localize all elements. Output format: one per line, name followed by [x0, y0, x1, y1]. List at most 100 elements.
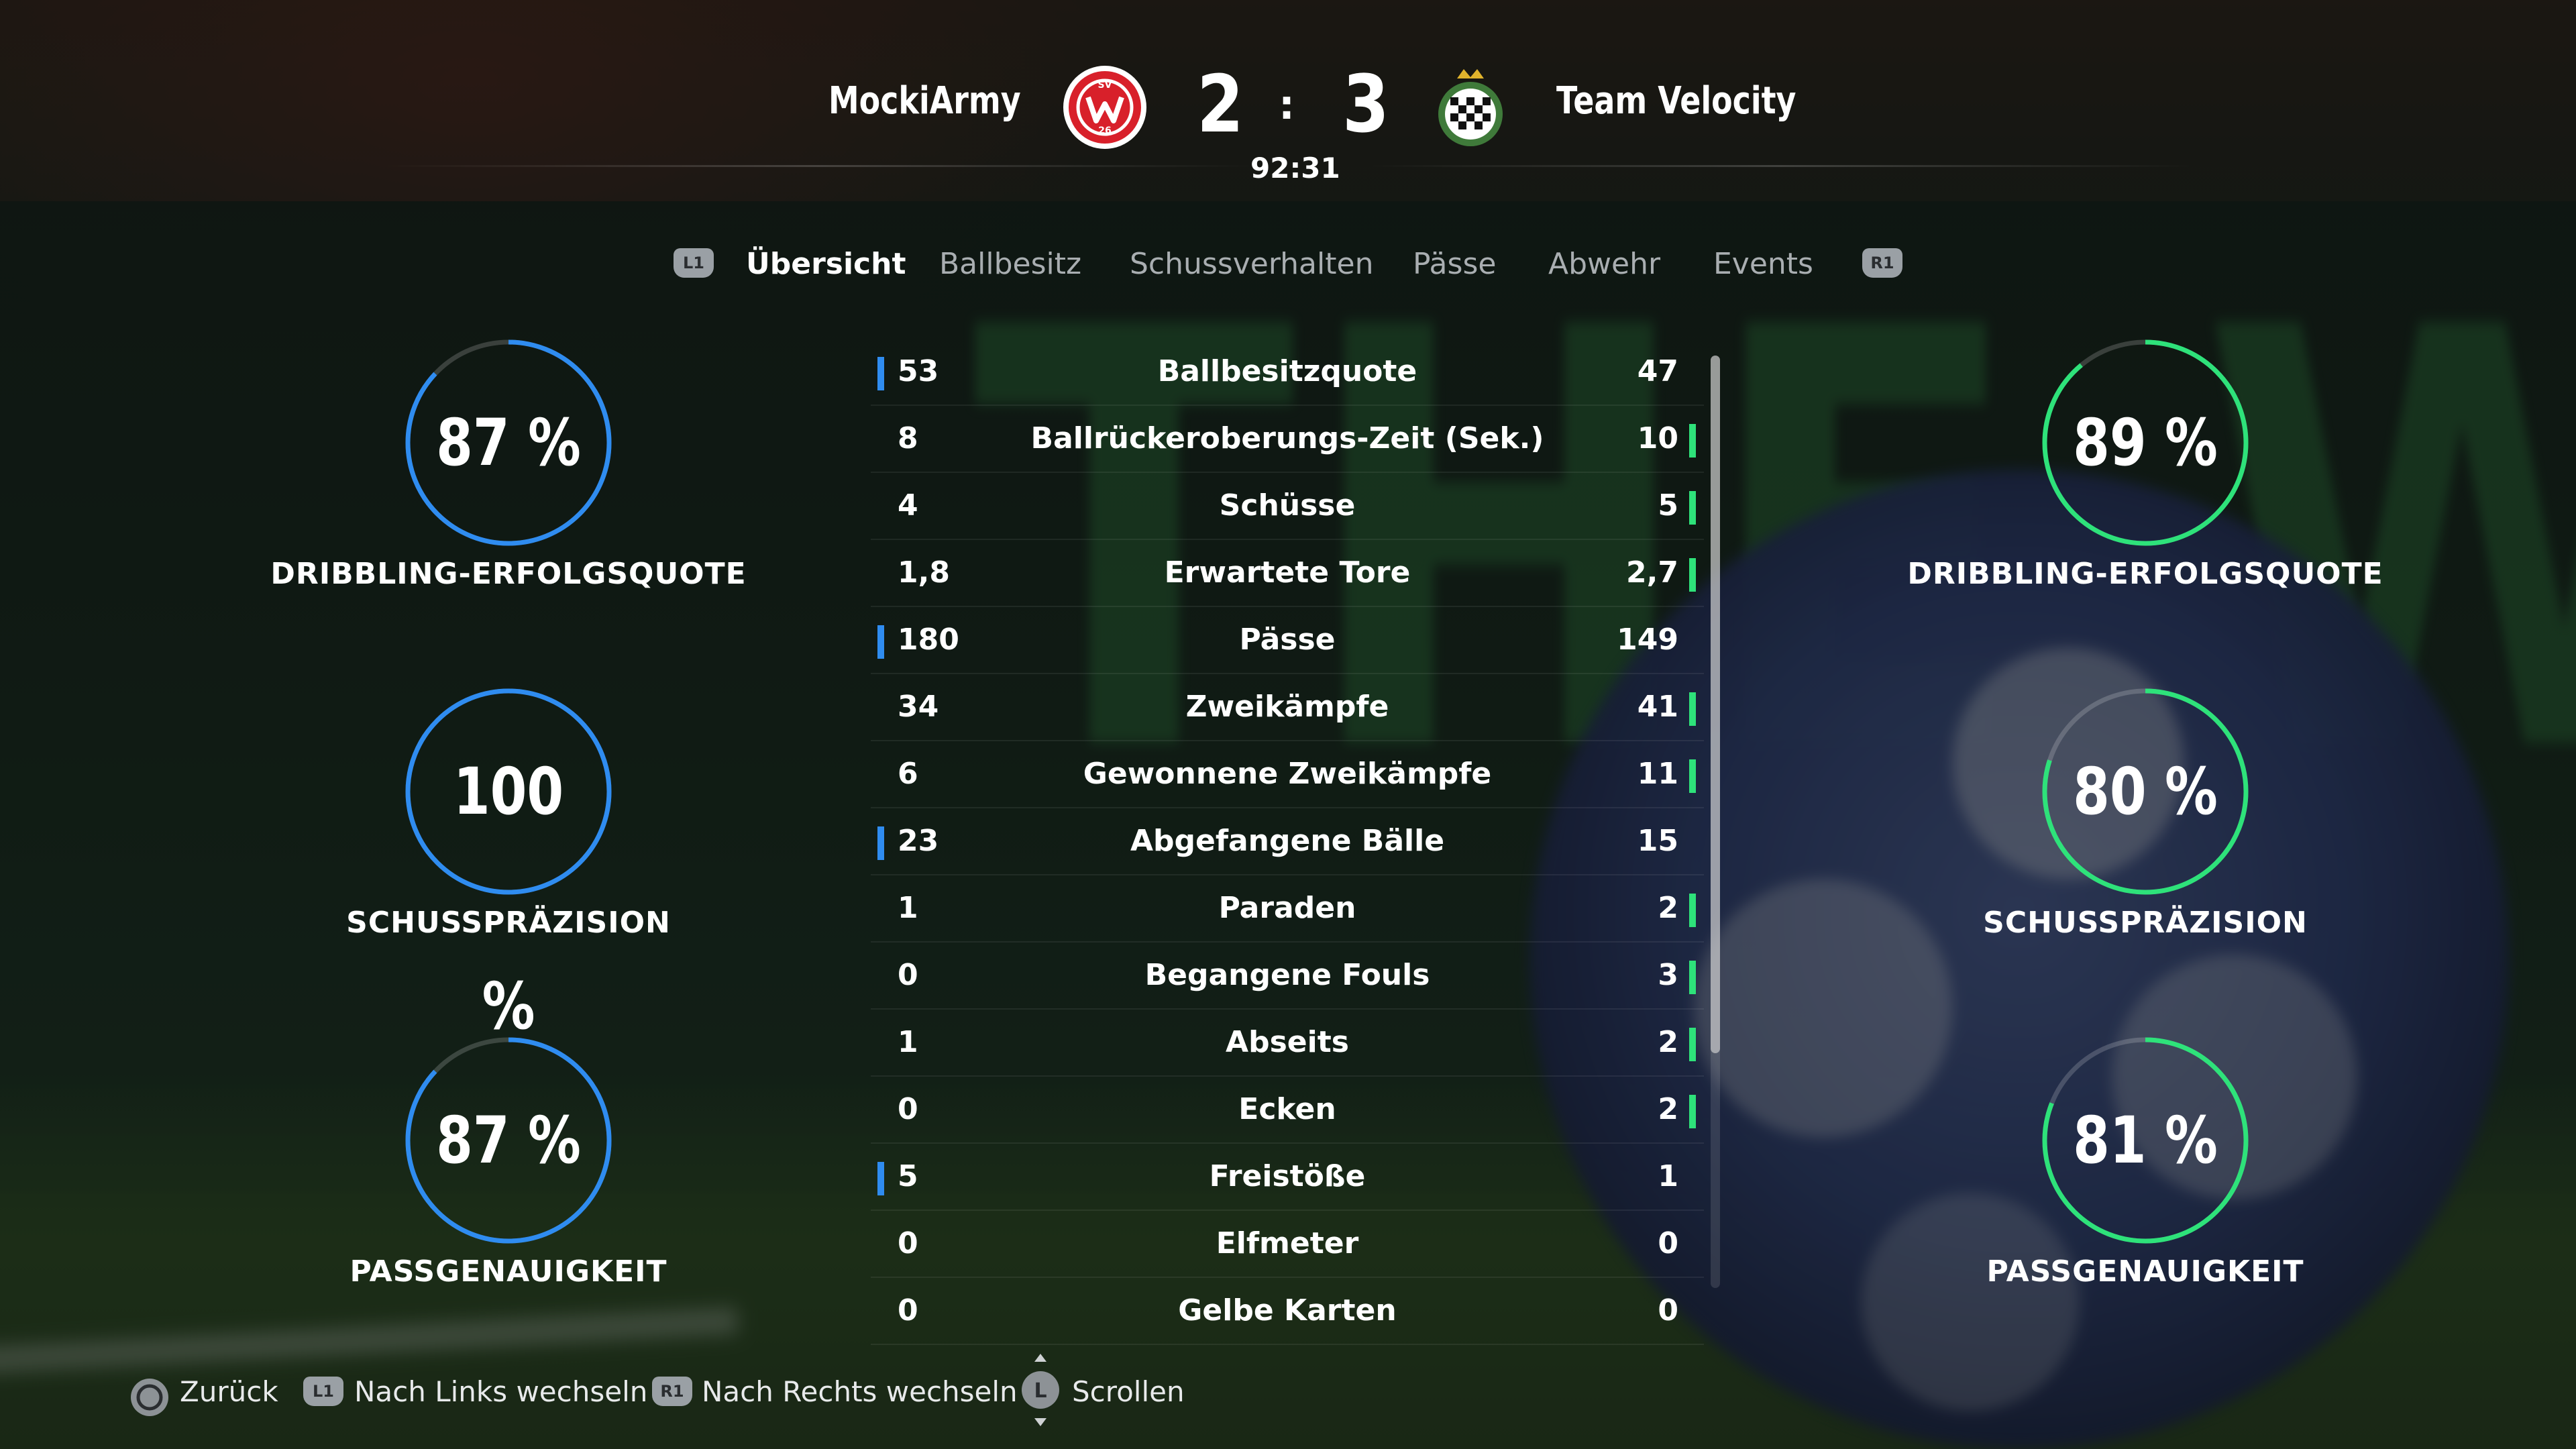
- stat-name: Ballrückeroberungs-Zeit (Sek.): [1030, 421, 1544, 455]
- away-leader-bar: [1689, 424, 1696, 458]
- l1-button-icon: L1: [303, 1377, 343, 1406]
- away-leader-bar: [1689, 1095, 1696, 1128]
- away-leader-bar: [1689, 692, 1696, 726]
- away-stat-value: 2: [1658, 1092, 1678, 1126]
- home-gauge-dribbling: 87 % DRIBBLING-ERFOLGSQUOTE: [270, 335, 746, 617]
- away-stat-value: 10: [1637, 421, 1678, 455]
- away-stat-value: 41: [1637, 690, 1678, 724]
- gauge-value: 80 %: [2073, 754, 2218, 829]
- tab-abwehr[interactable]: Abwehr: [1548, 247, 1660, 281]
- stat-name: Paraden: [1218, 891, 1356, 925]
- circle-button-icon: [131, 1379, 168, 1416]
- tab-paesse[interactable]: Pässe: [1413, 247, 1496, 281]
- home-gauge-passing: 87 % PASSGENAUIGKEIT: [334, 1033, 667, 1315]
- away-stat-value: 5: [1658, 488, 1678, 523]
- away-stat-value: 11: [1637, 757, 1678, 791]
- gauge-value: 81 %: [2073, 1103, 2218, 1178]
- away-stat-value: 2: [1658, 891, 1678, 925]
- away-stat-value: 1: [1658, 1159, 1678, 1193]
- match-stats-table[interactable]: 53 Ballbesitzquote 47 8 Ballrückeroberungs-Z…: [871, 339, 1704, 1345]
- svg-text:26: 26: [1098, 125, 1111, 136]
- stat-name: Erwartete Tore: [1164, 555, 1411, 590]
- gauge-value: 100 %: [453, 754, 564, 1044]
- match-clock: 92:31: [1250, 152, 1340, 184]
- tab-events[interactable]: Events: [1713, 247, 1813, 281]
- stat-row: 4 Schüsse 5: [871, 473, 1704, 540]
- scroll-hint[interactable]: Scrollen: [1072, 1368, 1185, 1415]
- away-leader-bar: [1689, 491, 1696, 525]
- stat-row: 53 Ballbesitzquote 47: [871, 339, 1704, 406]
- gauge-label: DRIBBLING-ERFOLGSQUOTE: [1907, 557, 2383, 591]
- stat-row: 6 Gewonnene Zweikämpfe 11: [871, 741, 1704, 808]
- tab-ballbesitz[interactable]: Ballbesitz: [939, 247, 1081, 281]
- gauge-value: 89 %: [2073, 405, 2218, 480]
- home-gauge-shooting: 100 % SCHUSSPRÄZISION: [334, 684, 670, 1044]
- stat-name: Gewonnene Zweikämpfe: [1083, 757, 1492, 791]
- away-gauge-shooting: 80 % SCHUSSPRÄZISION: [1971, 684, 2307, 966]
- stats-scrollbar-thumb[interactable]: [1711, 356, 1720, 1053]
- tab-schussverhalten[interactable]: Schussverhalten: [1130, 247, 1373, 281]
- away-team-name: Team Velocity: [1556, 79, 1796, 123]
- away-stat-value: 2,7: [1626, 555, 1678, 590]
- gauge-label: SCHUSSPRÄZISION: [1983, 906, 2308, 940]
- r1-button-icon: R1: [652, 1377, 692, 1406]
- away-leader-bar: [1689, 961, 1696, 994]
- away-stat-value: 3: [1658, 958, 1678, 992]
- home-team-crest-icon: SV 26: [1063, 66, 1146, 149]
- stat-row: 1,8 Erwartete Tore 2,7: [871, 540, 1704, 607]
- stat-name: Pässe: [1239, 623, 1336, 657]
- stat-row: 23 Abgefangene Bälle 15: [871, 808, 1704, 875]
- header-divider-left: [382, 165, 1254, 167]
- gauge-label: PASSGENAUIGKEIT: [350, 1254, 667, 1289]
- stat-row: 8 Ballrückeroberungs-Zeit (Sek.) 10: [871, 406, 1704, 473]
- away-stat-value: 149: [1617, 623, 1678, 657]
- stat-row: 0 Begangene Fouls 3: [871, 943, 1704, 1010]
- gauge-label: PASSGENAUIGKEIT: [1986, 1254, 2304, 1289]
- away-gauge-dribbling: 89 % DRIBBLING-ERFOLGSQUOTE: [1907, 335, 2383, 617]
- stat-name: Zweikämpfe: [1185, 690, 1389, 724]
- l1-button-icon[interactable]: L1: [674, 248, 714, 278]
- stat-row: 0 Gelbe Karten 0: [871, 1278, 1704, 1345]
- stat-row: 1 Paraden 2: [871, 875, 1704, 943]
- left-stick-icon: L: [1022, 1354, 1059, 1426]
- header-divider-right: [1368, 165, 2194, 167]
- stat-row: 0 Elfmeter 0: [871, 1211, 1704, 1278]
- tab-uebersicht[interactable]: Übersicht: [746, 247, 906, 281]
- home-team-name: MockiArmy: [828, 79, 1021, 123]
- switch-right-hint[interactable]: Nach Rechts wechseln: [702, 1368, 1018, 1415]
- away-leader-bar: [1689, 894, 1696, 927]
- stat-row: 1 Abseits 2: [871, 1010, 1704, 1077]
- away-gauge-passing: 81 % PASSGENAUIGKEIT: [1971, 1033, 2304, 1315]
- svg-text:SV: SV: [1098, 80, 1112, 91]
- stat-name: Elfmeter: [1216, 1226, 1359, 1260]
- gauge-value: 87 %: [436, 405, 581, 480]
- stat-row: 34 Zweikämpfe 41: [871, 674, 1704, 741]
- away-leader-bar: [1689, 558, 1696, 592]
- stat-name: Freistöße: [1209, 1159, 1366, 1193]
- away-stat-value: 0: [1658, 1226, 1678, 1260]
- away-leader-bar: [1689, 1028, 1696, 1061]
- switch-left-hint[interactable]: Nach Links wechseln: [354, 1368, 647, 1415]
- stat-row: 0 Ecken 2: [871, 1077, 1704, 1144]
- away-score: 3: [1342, 58, 1389, 150]
- stat-name: Ecken: [1238, 1092, 1336, 1126]
- stat-name: Abseits: [1226, 1025, 1349, 1059]
- away-leader-bar: [1689, 759, 1696, 793]
- back-hint[interactable]: Zurück: [180, 1368, 278, 1415]
- stats-tab-bar: L1 Übersicht Ballbesitz Schussverhalten …: [0, 247, 2576, 301]
- away-stat-value: 0: [1658, 1293, 1678, 1328]
- away-stat-value: 47: [1637, 354, 1678, 388]
- gauge-label: SCHUSSPRÄZISION: [346, 906, 671, 940]
- stats-scrollbar[interactable]: [1711, 356, 1720, 1288]
- stat-row: 180 Pässe 149: [871, 607, 1704, 674]
- away-stat-value: 15: [1637, 824, 1678, 858]
- checkered-crest-icon: [1438, 69, 1503, 146]
- gauge-label: DRIBBLING-ERFOLGSQUOTE: [270, 557, 747, 591]
- stat-name: Abgefangene Bälle: [1130, 824, 1445, 858]
- button-hints-footer: Zurück L1 Nach Links wechseln R1 Nach Re…: [0, 1354, 2576, 1426]
- stat-name: Begangene Fouls: [1144, 958, 1430, 992]
- stat-row: 5 Freistöße 1: [871, 1144, 1704, 1211]
- left-stick-label: L: [1034, 1379, 1046, 1403]
- r1-button-icon[interactable]: R1: [1862, 248, 1902, 278]
- stat-name: Gelbe Karten: [1178, 1293, 1397, 1328]
